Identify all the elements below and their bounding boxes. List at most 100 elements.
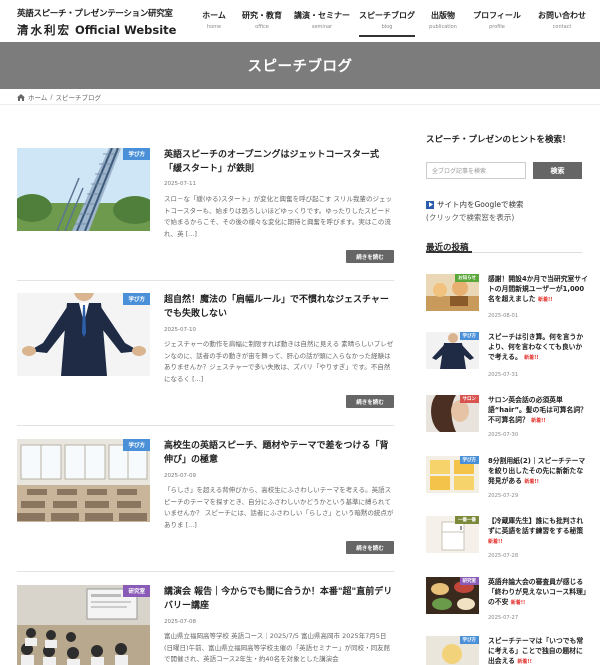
category-badge: サロン bbox=[459, 395, 479, 403]
post-divider bbox=[17, 425, 394, 426]
post-thumbnail-classroom[interactable]: 学び方 bbox=[17, 439, 150, 522]
main-nav: ホーム home 研究・教育 office 講演・セミナー seminar スピ… bbox=[195, 0, 595, 42]
recent-post-item[interactable]: 学び方 スピーチは引き算。何を言うかより、何を言わなくても良いかで考える。 新着… bbox=[426, 332, 583, 378]
post-excerpt: スロ－な「緩(ゆる)スタート」が変化と興奮を呼び起こす スリル我輩のジェットコー… bbox=[164, 195, 393, 238]
recent-title: 8分割用紙(2)｜スピーチテーマを絞り出したその先に新新たな発見がある 新着!! bbox=[488, 457, 586, 485]
nav-label: スピーチブログ bbox=[359, 11, 415, 20]
google-link-label: サイト内をGoogleで検索 bbox=[437, 200, 524, 209]
logo-main: 清水利宏 Official Website bbox=[17, 22, 176, 38]
nav-profile[interactable]: プロフィール profile bbox=[465, 0, 529, 42]
recent-post-item[interactable]: 学び方 8分割用紙(2)｜スピーチテーマを絞り出したその先に新新たな発見がある … bbox=[426, 456, 585, 502]
post-excerpt: 「らしさ」を超える背伸びから、高校生にふさわしいテーマを考える。英語スピーチのテ… bbox=[164, 486, 394, 529]
recent-post-item[interactable]: 研究室 英語弁論大会の審査員が感じる「終わりが見えないコース料理」の不安 新着!… bbox=[426, 577, 586, 623]
read-more-button[interactable]: 続きを読む bbox=[346, 541, 394, 554]
breadcrumb-current: スピーチブログ bbox=[55, 94, 102, 102]
breadcrumb: ホーム / スピーチブログ bbox=[17, 92, 101, 102]
recent-date: 2025-07-28 bbox=[488, 553, 519, 559]
read-more-button[interactable]: 続きを読む bbox=[346, 250, 394, 263]
recent-post-item[interactable]: 一番一番 【冷蔵庫先生】誰にも批判されずに英語を話す練習をする秘策 新着!! 2… bbox=[426, 516, 583, 562]
recent-title: サロン英会話の必須英単語“hair”。髪の毛は可算名詞？不可算名詞？ 新着!! bbox=[488, 396, 587, 424]
nav-publication[interactable]: 出版物 publication bbox=[421, 0, 465, 42]
recent-title: 英語弁論大会の審査員が感じる「終わりが見えないコース料理」の不安 新着!! bbox=[488, 578, 587, 606]
category-badge: 学び方 bbox=[459, 456, 479, 464]
category-badge: 学び方 bbox=[123, 439, 150, 451]
logo-name: 清水利宏 bbox=[17, 23, 71, 37]
recent-thumbnail: 学び方 bbox=[426, 636, 479, 665]
new-badge: 新着!! bbox=[524, 355, 539, 361]
new-badge: 新着!! bbox=[510, 600, 526, 606]
recent-date: 2025-07-27 bbox=[488, 615, 519, 621]
new-badge: 新着!! bbox=[488, 539, 503, 545]
post-title[interactable]: 超自然！魔法の「肩幅ルール」で不慣れなジェスチャーでも失敗しない bbox=[164, 293, 394, 321]
post-thumbnail-lecture[interactable]: 研究室 bbox=[17, 585, 150, 665]
recent-thumbnail: 学び方 bbox=[426, 456, 479, 493]
new-badge: 新着!! bbox=[517, 659, 532, 665]
category-badge: 学び方 bbox=[123, 148, 150, 160]
page-banner: スピーチブログ bbox=[0, 42, 600, 89]
post-date: 2025-07-11 bbox=[164, 181, 196, 187]
category-badge: 研究室 bbox=[459, 577, 479, 585]
site-logo[interactable]: 英語スピーチ・プレゼンテーション研究室 清水利宏 Official Websit… bbox=[17, 7, 176, 38]
recent-date: 2025-07-31 bbox=[488, 372, 519, 378]
post-item: 学び方 英語スピーチのオープニングはジェットコースター式「緩スタート」が鉄則 2… bbox=[17, 148, 394, 268]
recent-post-item[interactable]: お知らせ 感謝！開設4か月で当研究室サイトの月間新規ユーザーが1,000名を超え… bbox=[426, 274, 588, 320]
post-thumbnail-businessman[interactable]: 学び方 bbox=[17, 293, 150, 376]
nav-home[interactable]: ホーム home bbox=[195, 0, 233, 42]
play-icon bbox=[426, 200, 434, 209]
logo-subtitle: 英語スピーチ・プレゼンテーション研究室 bbox=[17, 9, 173, 19]
nav-research[interactable]: 研究・教育 office bbox=[233, 0, 291, 42]
category-badge: お知らせ bbox=[455, 274, 479, 282]
post-item: 学び方 超自然！魔法の「肩幅ルール」で不慣れなジェスチャーでも失敗しない 202… bbox=[17, 293, 394, 413]
nav-seminar[interactable]: 講演・セミナー seminar bbox=[291, 0, 353, 42]
nav-label: お問い合わせ bbox=[538, 11, 586, 20]
nav-label: 講演・セミナー bbox=[294, 11, 350, 20]
search-section-title: スピーチ・プレゼンのヒントを検索！ bbox=[426, 135, 571, 145]
nav-blog[interactable]: スピーチブログ blog bbox=[353, 0, 421, 42]
recent-date: 2025-07-29 bbox=[488, 493, 519, 499]
post-excerpt: 富山県立福岡高等学校 英語コース｜2025/7/5 富山県高岡市 2025年7月… bbox=[164, 632, 391, 663]
nav-label: ホーム bbox=[202, 11, 226, 20]
nav-sub: publication bbox=[429, 24, 457, 30]
recent-thumbnail: 学び方 bbox=[426, 332, 479, 369]
breadcrumb-divider bbox=[0, 104, 600, 105]
google-search-link[interactable]: サイト内をGoogleで検索 bbox=[426, 199, 523, 210]
nav-label: 研究・教育 bbox=[242, 11, 282, 20]
recent-thumbnail: サロン bbox=[426, 395, 479, 432]
nav-sub: contact bbox=[552, 24, 572, 30]
post-date: 2025-07-09 bbox=[164, 473, 196, 479]
category-badge: 学び方 bbox=[123, 293, 150, 305]
post-title[interactable]: 英語スピーチのオープニングはジェットコースター式「緩スタート」が鉄則 bbox=[164, 148, 394, 176]
nav-sub: office bbox=[255, 24, 269, 30]
google-link-note: (クリックで検索窓を表示) bbox=[426, 213, 515, 222]
category-badge: 研究室 bbox=[123, 585, 150, 597]
post-title[interactable]: 講演会 報告｜今からでも間に合うか！本番"超"直前デリバリー講座 bbox=[164, 585, 394, 613]
recent-post-item[interactable]: サロン サロン英会話の必須英単語“hair”。髪の毛は可算名詞？不可算名詞？ 新… bbox=[426, 395, 587, 441]
nav-sub: profile bbox=[489, 24, 505, 30]
recent-posts-rule bbox=[426, 251, 582, 253]
category-badge: 学び方 bbox=[459, 332, 479, 340]
recent-date: 2025-07-30 bbox=[488, 432, 519, 438]
breadcrumb-separator: / bbox=[50, 93, 53, 101]
post-divider bbox=[17, 571, 394, 572]
nav-sub: blog bbox=[381, 24, 393, 30]
nav-contact[interactable]: お問い合わせ contact bbox=[529, 0, 595, 42]
recent-title: スピーチは引き算。何を言うかより、何を言わなくても良いかで考える。 新着!! bbox=[488, 333, 584, 361]
breadcrumb-home[interactable]: ホーム bbox=[28, 92, 47, 102]
post-date: 2025-07-10 bbox=[164, 327, 196, 333]
search-input[interactable]: 全ブログ記事を検索 bbox=[426, 162, 526, 179]
recent-thumbnail: 一番一番 bbox=[426, 516, 479, 553]
category-badge: 一番一番 bbox=[455, 516, 479, 524]
nav-label: 出版物 bbox=[431, 11, 455, 20]
nav-sub: seminar bbox=[311, 24, 333, 30]
recent-title: 感謝！開設4か月で当研究室サイトの月間新規ユーザーが1,000名を超えました 新… bbox=[488, 275, 588, 303]
search-button[interactable]: 検索 bbox=[533, 162, 582, 179]
post-thumbnail-rollercoaster[interactable]: 学び方 bbox=[17, 148, 150, 231]
post-title[interactable]: 高校生の英語スピーチ、題材やテーマで差をつける「背伸び」の極意 bbox=[164, 439, 394, 467]
recent-thumbnail: お知らせ bbox=[426, 274, 479, 311]
post-divider bbox=[17, 280, 394, 281]
new-badge: 新着!! bbox=[531, 418, 546, 424]
recent-post-item[interactable]: 学び方 スピーチテーマは「いつでも常に考える」ことで独自の題材に出会える 新着!… bbox=[426, 636, 583, 665]
nav-label: プロフィール bbox=[473, 11, 521, 20]
read-more-button[interactable]: 続きを読む bbox=[346, 395, 394, 408]
home-icon bbox=[17, 93, 25, 101]
